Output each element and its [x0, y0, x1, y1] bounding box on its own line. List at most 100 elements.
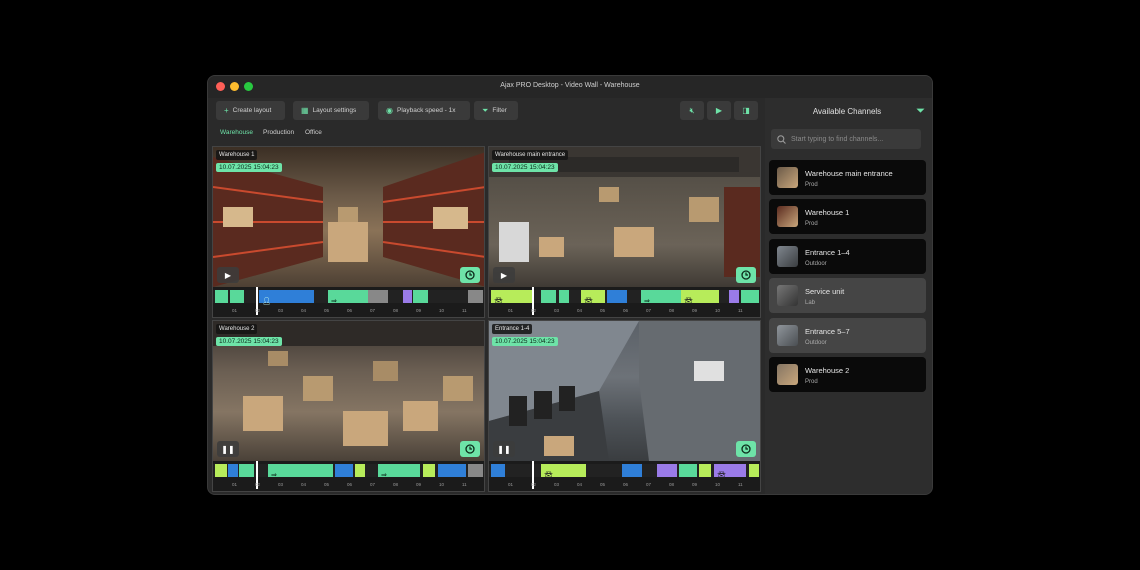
mute-button[interactable]: 🔇︎	[680, 101, 704, 120]
event-segment[interactable]	[215, 464, 227, 477]
tab-warehouse[interactable]: Warehouse	[220, 129, 253, 136]
tick-label: 08	[669, 482, 675, 487]
event-segment[interactable]: 🚘︎	[491, 290, 533, 305]
event-segment[interactable]: 🚘︎	[714, 464, 746, 479]
event-segment[interactable]: 👤︎	[259, 290, 314, 305]
channel-name: Warehouse 2	[805, 366, 850, 375]
pause-button[interactable]: ❚❚	[493, 441, 515, 457]
camera-label: Warehouse 2	[216, 324, 258, 334]
play-button[interactable]: ▶	[217, 267, 239, 283]
timeline-ticks: 01 02 03 04 05 06 07 08 09 10 11	[213, 305, 484, 315]
playback-speed-label: Playback speed - 1x	[396, 107, 456, 114]
event-segment[interactable]	[741, 290, 759, 303]
timeline-bar[interactable]: 🚘︎ 🚘︎ ⇒ 🚘︎	[489, 290, 760, 305]
event-segment[interactable]	[438, 464, 466, 477]
timeline[interactable]: 👤︎ ⇒ 01 02 03 04 05 06 07 08 09 10 11	[213, 287, 484, 317]
camera-tile[interactable]: Warehouse 2 10.07.2025 15:04:23 ❚❚ ⇒ ⇒ 0…	[212, 320, 485, 492]
playback-time-button[interactable]	[460, 267, 480, 283]
playback-time-button[interactable]	[460, 441, 480, 457]
event-segment[interactable]	[423, 464, 435, 477]
timeline[interactable]: 🚘︎ 🚘︎ 01 02 03 04 05 06 07 08 09 10 11	[489, 461, 760, 491]
tick-label: 11	[738, 308, 743, 313]
event-segment[interactable]	[215, 290, 228, 303]
camera-tile[interactable]: Entrance 1-4 10.07.2025 15:04:23 ❚❚ 🚘︎ 🚘…	[488, 320, 761, 492]
event-segment[interactable]	[679, 464, 697, 477]
event-segment[interactable]	[230, 290, 244, 303]
event-segment[interactable]	[607, 290, 627, 303]
filter-channels-button[interactable]: ⏷	[916, 105, 925, 118]
layout-settings-button[interactable]: ▦ Layout settings	[293, 101, 369, 120]
event-segment[interactable]: 🚘︎	[681, 290, 719, 305]
event-segment[interactable]	[541, 290, 556, 303]
speaker-mute-icon: 🔇︎	[689, 105, 695, 115]
event-segment[interactable]: 🚘︎	[541, 464, 586, 479]
event-segment[interactable]	[491, 464, 505, 477]
timeline-bar[interactable]: 👤︎ ⇒	[213, 290, 484, 305]
tick-label: 01	[232, 308, 238, 313]
channel-item[interactable]: Entrance 5–7 Outdoor	[769, 318, 926, 353]
timeline[interactable]: ⇒ ⇒ 01 02 03 04 05 06 07 08 09 10 11	[213, 461, 484, 491]
tick-label: 05	[600, 308, 606, 313]
event-segment[interactable]	[413, 290, 428, 303]
playback-time-button[interactable]	[736, 441, 756, 457]
tick-label: 01	[508, 308, 514, 313]
event-segment[interactable]	[699, 464, 711, 477]
video-feed[interactable]: Warehouse 1 10.07.2025 15:04:23 ▶	[213, 147, 484, 287]
event-segment[interactable]	[729, 290, 739, 303]
export-icon: ▶	[715, 106, 723, 115]
create-layout-button[interactable]: + Create layout	[216, 101, 285, 120]
timeline-bar[interactable]: ⇒ ⇒	[213, 464, 484, 479]
tick-label: 08	[669, 308, 675, 313]
tick-label: 02	[531, 482, 537, 487]
event-segment[interactable]	[749, 464, 759, 477]
event-segment[interactable]	[622, 464, 642, 477]
tab-production[interactable]: Production	[263, 129, 294, 136]
toolbar: + Create layout ▦ Layout settings ◉ Play…	[213, 101, 763, 121]
channel-item[interactable]: Warehouse 2 Prod	[769, 357, 926, 392]
event-segment[interactable]: 🚘︎	[581, 290, 605, 305]
event-segment[interactable]	[403, 290, 412, 303]
camera-tile[interactable]: Warehouse main entrance 10.07.2025 15:04…	[488, 146, 761, 318]
channel-item[interactable]: Warehouse main entrance Prod	[769, 160, 926, 195]
toggle-sidebar-button[interactable]: ◨	[734, 101, 758, 120]
event-segment[interactable]: ⇒	[378, 464, 420, 479]
event-segment[interactable]: ⇒	[641, 290, 681, 305]
event-segment[interactable]	[368, 290, 388, 303]
filter-button[interactable]: ⏷ Filter	[474, 101, 518, 120]
playback-time-button[interactable]	[736, 267, 756, 283]
layout-settings-label: Layout settings	[312, 107, 357, 114]
export-button[interactable]: ▶	[707, 101, 731, 120]
event-segment[interactable]	[468, 290, 483, 303]
channel-search-input[interactable]: Start typing to find channels...	[771, 129, 921, 149]
playback-speed-button[interactable]: ◉ Playback speed - 1x	[378, 101, 470, 120]
event-segment[interactable]: ⇒	[328, 290, 368, 305]
tick-label: 05	[600, 482, 606, 487]
event-segment[interactable]	[239, 464, 254, 477]
event-segment[interactable]	[228, 464, 238, 477]
channel-item[interactable]: Service unit Lab	[769, 278, 926, 313]
channel-item[interactable]: Entrance 1–4 Outdoor	[769, 239, 926, 274]
camera-tile[interactable]: Warehouse 1 10.07.2025 15:04:23 ▶ 👤︎ ⇒ 0…	[212, 146, 485, 318]
event-segment[interactable]	[468, 464, 483, 477]
event-segment[interactable]	[657, 464, 677, 477]
car-icon: 🚘︎	[717, 472, 726, 479]
camera-label: Warehouse main entrance	[492, 150, 569, 160]
timeline[interactable]: 🚘︎ 🚘︎ ⇒ 🚘︎ 01 02 03 04 05 06 07 08 09 10…	[489, 287, 760, 317]
play-button[interactable]: ▶	[493, 267, 515, 283]
sidebar-icon: ◨	[742, 106, 750, 115]
channel-item[interactable]: Warehouse 1 Prod	[769, 199, 926, 234]
event-segment[interactable]	[559, 290, 569, 303]
video-feed[interactable]: Warehouse main entrance 10.07.2025 15:04…	[489, 147, 760, 287]
event-segment[interactable]: ⇒	[268, 464, 333, 479]
pause-button[interactable]: ❚❚	[217, 441, 239, 457]
filter-icon: ⏷	[482, 105, 489, 115]
event-segment[interactable]	[335, 464, 353, 477]
tab-office[interactable]: Office	[305, 129, 322, 136]
tick-label: 06	[623, 482, 629, 487]
video-feed[interactable]: Entrance 1-4 10.07.2025 15:04:23 ❚❚	[489, 321, 760, 461]
plus-icon: +	[224, 106, 229, 115]
video-feed[interactable]: Warehouse 2 10.07.2025 15:04:23 ❚❚	[213, 321, 484, 461]
motion-icon: ⇒	[331, 298, 337, 305]
timeline-bar[interactable]: 🚘︎ 🚘︎	[489, 464, 760, 479]
event-segment[interactable]	[355, 464, 365, 477]
